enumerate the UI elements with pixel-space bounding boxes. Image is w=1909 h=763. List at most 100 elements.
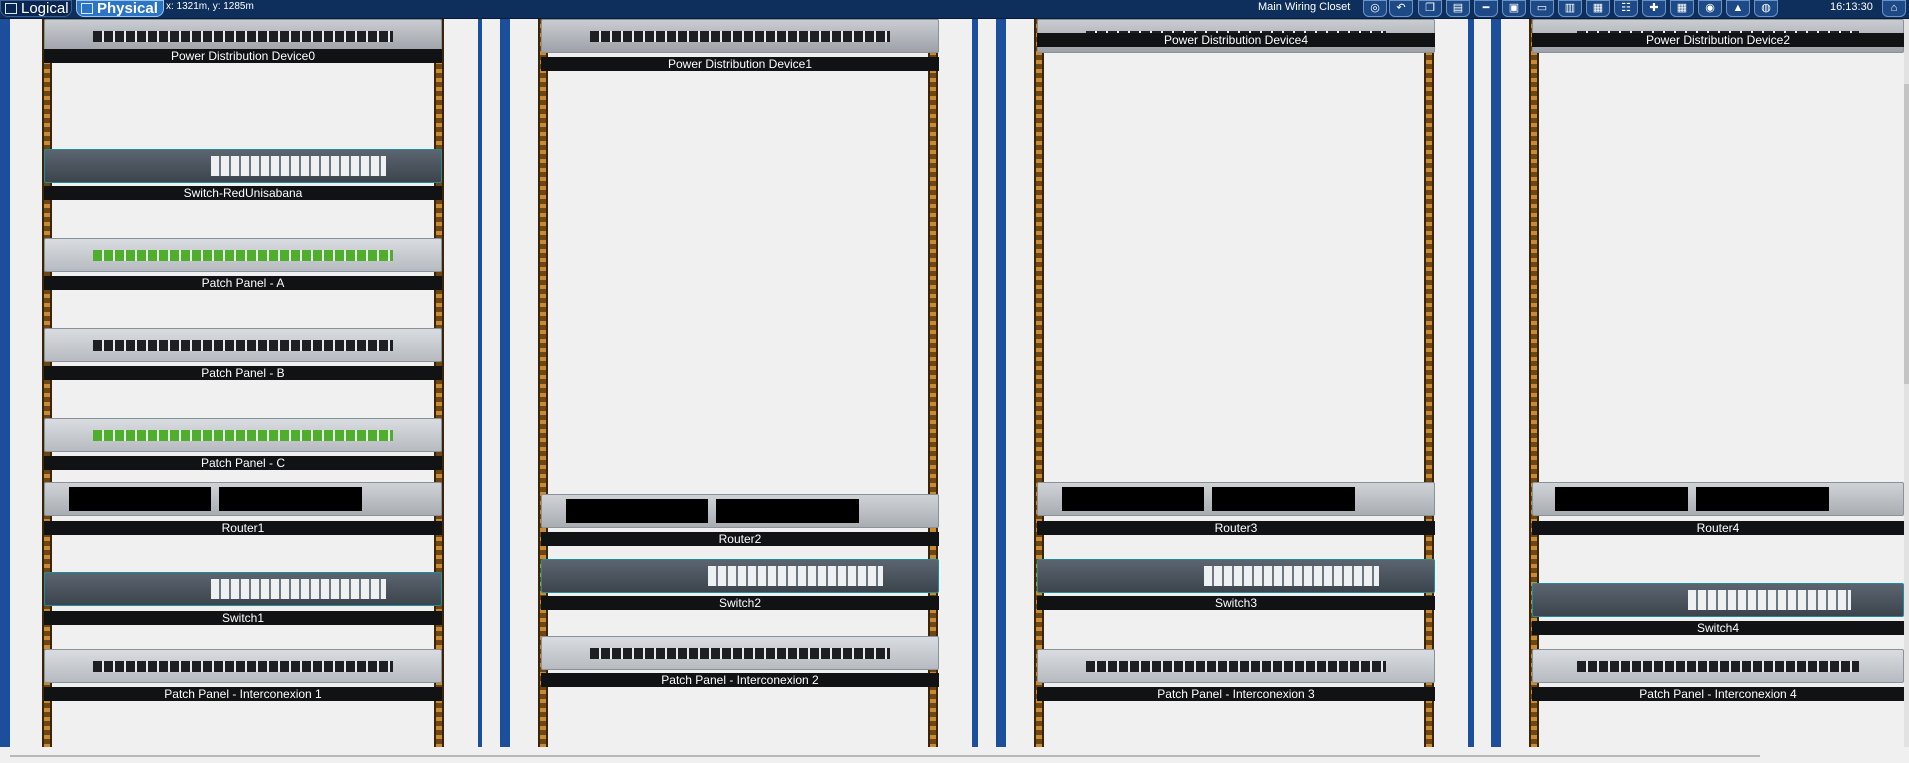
patch-device[interactable] — [44, 418, 442, 452]
router-device[interactable] — [44, 482, 442, 516]
port-row — [1577, 661, 1859, 672]
rack[interactable] — [10, 19, 478, 747]
tab-physical[interactable]: Physical — [76, 0, 164, 17]
horizontal-scrollbar[interactable] — [0, 748, 1904, 763]
patch-device[interactable] — [1532, 649, 1904, 683]
device-label: Power Distribution Device2 — [1532, 33, 1904, 47]
switch-ports — [708, 566, 883, 586]
new-table-icon: ▭ — [1536, 2, 1548, 14]
patch-device[interactable] — [44, 238, 442, 272]
new-rack-icon: ▤ — [1452, 2, 1464, 14]
router-module-slot — [1061, 487, 1205, 511]
device-label: Switch4 — [1532, 621, 1904, 635]
tab-logical[interactable]: Logical — [0, 0, 72, 17]
device-label: Switch3 — [1037, 596, 1435, 610]
rack-rail-right — [1424, 19, 1434, 747]
router-module-slot — [1695, 487, 1829, 511]
vertical-scroll-thumb[interactable] — [1904, 84, 1909, 384]
horizontal-scroll-thumb[interactable] — [10, 755, 1760, 757]
device-label: Router3 — [1037, 521, 1435, 535]
port-row — [92, 31, 394, 42]
layout-button[interactable]: ▦ — [1670, 0, 1694, 17]
back-button[interactable]: ↶ — [1389, 0, 1413, 17]
set-tiled-background-icon: ◍ — [1761, 2, 1771, 14]
device-label: Router1 — [44, 521, 442, 535]
vertical-scrollbar[interactable] — [1904, 19, 1909, 747]
new-table-button[interactable]: ▭ — [1530, 0, 1554, 17]
router-device[interactable] — [1037, 482, 1435, 516]
device-label: Power Distribution Device4 — [1037, 33, 1435, 47]
new-cable-button[interactable]: ━ — [1474, 0, 1498, 17]
new-cabinet-icon: ▦ — [1592, 2, 1604, 14]
logical-view-icon — [5, 3, 17, 14]
device-label: Router4 — [1532, 521, 1904, 535]
port-row — [589, 648, 891, 659]
layout-icon: ▦ — [1676, 2, 1688, 14]
port-row — [92, 661, 394, 672]
home-button[interactable]: ⌂ — [1882, 0, 1906, 17]
location-label: Main Wiring Closet — [1258, 1, 1351, 13]
move-button[interactable]: ✚ — [1642, 0, 1666, 17]
router-module-slot — [1555, 487, 1689, 511]
top-toolbar: Logical Physical x: 1321m, y: 1285m Main… — [0, 0, 1909, 19]
switch-device[interactable] — [541, 559, 939, 593]
switch-ports — [1204, 566, 1379, 586]
navigation-button[interactable]: ◎ — [1363, 0, 1387, 17]
new-rack-button[interactable]: ▤ — [1446, 0, 1470, 17]
new-shelf-icon: ▥ — [1564, 2, 1576, 14]
tab-logical-label: Logical — [21, 0, 69, 17]
switch-device[interactable] — [44, 572, 442, 606]
rack-rail-left — [1529, 19, 1539, 747]
patch-device[interactable] — [44, 649, 442, 683]
router-device[interactable] — [1532, 482, 1904, 516]
move-icon: ✚ — [1649, 2, 1659, 14]
clock: 16:13:30 — [1830, 1, 1873, 13]
pdu-device[interactable] — [44, 19, 442, 53]
new-device-icon: ▣ — [1508, 2, 1520, 14]
tab-physical-label: Physical — [97, 0, 158, 17]
wireless-icon: ◉ — [1705, 2, 1715, 14]
device-label: Power Distribution Device1 — [541, 57, 939, 71]
port-row — [1085, 661, 1387, 672]
port-row — [92, 250, 394, 261]
new-cabinet-button[interactable]: ▦ — [1586, 0, 1610, 17]
move-object-icon: ❐ — [1425, 2, 1435, 14]
rack-rail-left — [1034, 19, 1044, 747]
patch-device[interactable] — [44, 328, 442, 362]
rack-rail-left — [42, 19, 52, 747]
port-row — [92, 430, 394, 441]
switch-device[interactable] — [44, 149, 442, 183]
patch-device[interactable] — [541, 636, 939, 670]
router-module-slot — [565, 499, 709, 523]
patch-device[interactable] — [1037, 649, 1435, 683]
pdu-device[interactable] — [541, 19, 939, 53]
rack[interactable] — [1006, 19, 1468, 747]
router-module-slot — [716, 499, 859, 523]
device-label: Patch Panel - Interconexion 1 — [44, 687, 442, 701]
wireless-button[interactable]: ◉ — [1698, 0, 1722, 17]
port-row — [92, 340, 394, 351]
coordinates-readout: x: 1321m, y: 1285m — [166, 1, 254, 12]
switch-ports — [211, 156, 386, 176]
back-icon: ↶ — [1396, 2, 1406, 14]
background-button[interactable]: ▲ — [1726, 0, 1750, 17]
new-cable-icon: ━ — [1482, 2, 1490, 14]
port-row — [589, 31, 891, 42]
switch-device[interactable] — [1532, 583, 1904, 617]
grid-icon: ☷ — [1621, 2, 1631, 14]
switch-ports — [1688, 590, 1852, 610]
grid-button[interactable]: ☷ — [1614, 0, 1638, 17]
device-label: Switch1 — [44, 611, 442, 625]
switch-device[interactable] — [1037, 559, 1435, 593]
router-device[interactable] — [541, 494, 939, 528]
set-tiled-background-button[interactable]: ◍ — [1754, 0, 1778, 17]
new-device-button[interactable]: ▣ — [1502, 0, 1526, 17]
background-icon: ▲ — [1732, 2, 1744, 14]
device-label: Patch Panel - C — [44, 456, 442, 470]
rack[interactable] — [1501, 19, 1909, 747]
switch-ports — [211, 579, 386, 599]
device-label: Patch Panel - Interconexion 3 — [1037, 687, 1435, 701]
move-object-button[interactable]: ❐ — [1418, 0, 1442, 17]
new-shelf-button[interactable]: ▥ — [1558, 0, 1582, 17]
device-label: Patch Panel - B — [44, 366, 442, 380]
